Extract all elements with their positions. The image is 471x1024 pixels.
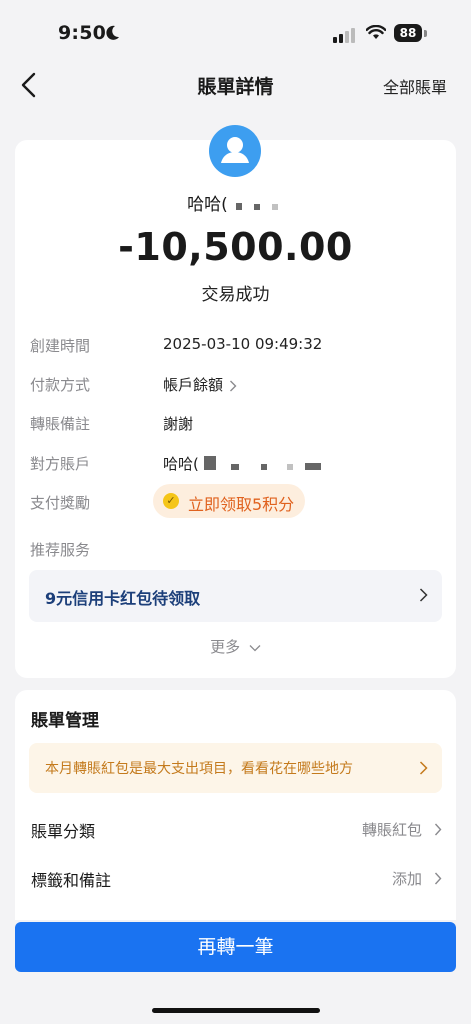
- created-time-label: 創建時間: [30, 337, 91, 355]
- spending-notice-text: 本月轉賬紅包是最大支出項目，看看花在哪些地方: [45, 761, 353, 777]
- created-time-row: 創建時間 2025-03-10 09:49:32: [30, 335, 440, 363]
- all-bills-link[interactable]: 全部賬單: [383, 74, 447, 98]
- back-chevron-icon[interactable]: [20, 72, 38, 98]
- payment-reward-row: 支付獎勵 ✓ 立即领取5积分: [30, 484, 440, 520]
- chevron-right-icon: [434, 823, 442, 836]
- home-indicator: [152, 1008, 320, 1013]
- chevron-right-icon: [434, 872, 442, 885]
- coin-icon: ✓: [163, 493, 179, 509]
- created-time-value: 2025-03-10 09:49:32: [163, 335, 323, 353]
- chevron-right-icon: [419, 588, 428, 602]
- battery-indicator: 88: [394, 24, 422, 42]
- credit-card-promo-banner[interactable]: 9元信用卡红包待领取: [29, 570, 442, 622]
- memo-row: 轉賬備註 謝謝: [30, 413, 440, 441]
- spending-notice-banner[interactable]: 本月轉賬紅包是最大支出項目，看看花在哪些地方: [29, 743, 442, 793]
- battery-tip: [424, 30, 427, 37]
- payment-method-value: 帳戶餘額: [163, 376, 224, 394]
- transaction-status: 交易成功: [201, 285, 270, 305]
- user-icon: [221, 137, 249, 163]
- counterparty-account-row: 對方賬戶 哈哈(: [30, 453, 440, 481]
- tags-and-notes-value: 添加: [391, 870, 422, 888]
- more-label: 更多: [210, 638, 241, 656]
- wifi-icon: [366, 25, 386, 39]
- claim-points-button[interactable]: ✓ 立即领取5积分: [153, 484, 305, 518]
- bill-category-label: 賬單分類: [31, 822, 96, 841]
- memo-label: 轉賬備註: [30, 415, 91, 433]
- bill-management-title: 賬單管理: [31, 711, 99, 731]
- payee-name-text: 哈哈(: [187, 195, 228, 215]
- tags-and-notes-label: 標籤和備註: [31, 871, 112, 890]
- transfer-again-button[interactable]: 再轉一筆: [15, 922, 456, 972]
- payment-method-row[interactable]: 付款方式 帳戶餘額: [30, 374, 440, 402]
- recommended-services-label: 推荐服务: [30, 541, 91, 559]
- cellular-signal-icon: [333, 28, 355, 43]
- transaction-card: 哈哈( -10,500.00 交易成功 創建時間 2025-03-10 09:4…: [15, 125, 456, 678]
- promo-text: 9元信用卡红包待领取: [45, 589, 201, 608]
- redacted-text: [201, 455, 323, 474]
- amount: -10,500.00: [118, 225, 353, 269]
- chevron-down-icon: [249, 644, 261, 651]
- status-bar: 9:50 88: [0, 0, 471, 60]
- counterparty-account-value: 哈哈(: [163, 455, 199, 473]
- status-time: 9:50: [58, 22, 107, 44]
- payment-reward-label: 支付獎勵: [30, 494, 91, 512]
- payment-method-label: 付款方式: [30, 376, 91, 394]
- chevron-right-icon: [419, 761, 428, 775]
- claim-points-label: 立即领取5积分: [188, 495, 295, 514]
- payee-name: 哈哈(: [15, 190, 456, 215]
- more-button[interactable]: 更多: [15, 636, 456, 657]
- bill-management-card: 賬單管理 本月轉賬紅包是最大支出項目，看看花在哪些地方 賬單分類 轉賬紅包 標籤…: [15, 690, 456, 920]
- moon-icon: [106, 25, 119, 40]
- bill-category-value: 轉賬紅包: [361, 821, 422, 839]
- counterparty-account-value-wrap: 哈哈(: [163, 453, 323, 474]
- recommended-services-row: 推荐服务: [30, 539, 440, 567]
- counterparty-account-label: 對方賬戶: [30, 455, 91, 473]
- avatar: [209, 125, 261, 177]
- redacted-text: [230, 195, 284, 215]
- payment-method-value-wrap[interactable]: 帳戶餘額: [163, 374, 237, 395]
- tags-and-notes-row[interactable]: 標籤和備註 添加: [31, 867, 442, 897]
- nav-bar: 賬單詳情 全部賬單: [0, 60, 471, 110]
- chevron-right-icon: [230, 380, 237, 391]
- memo-value: 謝謝: [163, 415, 194, 433]
- bill-category-row[interactable]: 賬單分類 轉賬紅包: [31, 818, 442, 848]
